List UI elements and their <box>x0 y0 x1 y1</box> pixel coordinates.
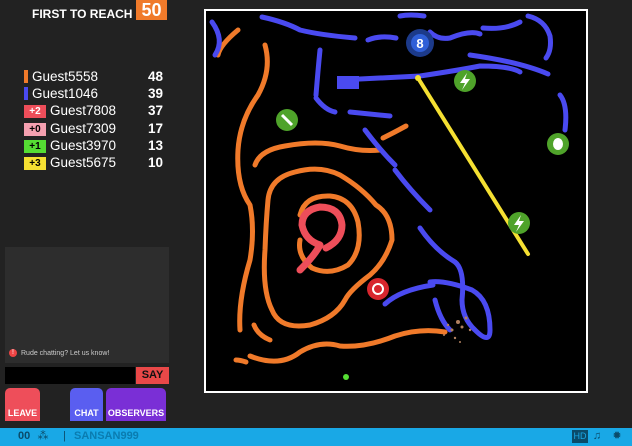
player-name: Guest7309 <box>50 120 117 136</box>
player-color-swatch <box>24 87 28 101</box>
game-arena[interactable]: 8 <box>204 9 588 393</box>
round-points-badge: +0 <box>24 122 46 136</box>
player-score: 17 <box>147 120 163 136</box>
status-score: 00 <box>18 430 31 442</box>
red-trail <box>296 203 346 274</box>
lightning-powerup-icon <box>508 212 530 234</box>
chat-notice[interactable]: ! Rude chatting? Let us know! <box>9 349 109 357</box>
player-name: Guest5675 <box>50 154 117 170</box>
observers-button[interactable]: OBSERVERS <box>106 388 166 421</box>
score-row: +1 Guest3970 13 <box>24 138 169 155</box>
score-row: Guest5558 48 <box>24 69 169 86</box>
yellow-player-head <box>415 75 421 81</box>
status-bar: 00 ⁂ | SANSAN999 HD ♫ ✹ <box>0 428 632 446</box>
network-icon: ⁂ <box>37 430 49 442</box>
chat-label: CHAT <box>74 408 99 418</box>
player-color-swatch <box>24 70 28 83</box>
player-score: 13 <box>147 137 163 153</box>
status-separator: | <box>63 430 66 442</box>
blue-powerup-icon: 8 <box>406 29 434 57</box>
music-icon[interactable]: ♫ <box>590 430 604 443</box>
round-points-badge: +2 <box>24 105 46 119</box>
bug-icon[interactable]: ✹ <box>610 430 624 443</box>
green-player-head <box>343 374 349 380</box>
player-name: Guest5558 <box>32 69 99 84</box>
alert-icon: ! <box>9 349 17 357</box>
scoreboard: Guest5558 48 Guest1046 39 +2 Guest7808 3… <box>24 69 169 172</box>
lightning-powerup-icon <box>454 70 476 92</box>
player-score: 39 <box>147 86 163 102</box>
exit-icon <box>15 392 30 406</box>
round-points-badge: +3 <box>24 156 46 170</box>
score-row: Guest1046 39 <box>24 86 169 103</box>
hd-toggle-icon[interactable]: HD <box>572 430 588 443</box>
observers-label: OBSERVERS <box>107 408 165 418</box>
player-name: Guest1046 <box>32 86 99 102</box>
chat-button[interactable]: CHAT <box>70 388 103 421</box>
player-score: 37 <box>147 103 163 119</box>
svg-text:8: 8 <box>416 36 423 51</box>
chat-input[interactable] <box>5 367 135 384</box>
arena-canvas: 8 <box>209 12 569 380</box>
goal-value: 50 <box>136 0 167 20</box>
player-name: Guest3970 <box>50 137 117 153</box>
leave-label: LEAVE <box>7 408 38 418</box>
score-row: +3 Guest5675 10 <box>24 155 169 172</box>
status-username: SANSAN999 <box>74 430 139 442</box>
score-row: +2 Guest7808 37 <box>24 103 169 120</box>
player-score: 48 <box>147 69 163 84</box>
player-name: Guest7808 <box>50 103 117 119</box>
orange-trail <box>215 27 448 365</box>
turtle-powerup-icon <box>547 133 569 155</box>
goal-label: FIRST TO REACH <box>32 7 133 21</box>
say-button[interactable]: SAY <box>136 367 169 384</box>
score-row: +0 Guest7309 17 <box>24 121 169 138</box>
leave-button[interactable]: LEAVE <box>5 388 40 421</box>
eraser-powerup-icon <box>276 109 298 131</box>
reverse-powerup-icon <box>367 278 389 300</box>
chat-log[interactable] <box>5 247 169 363</box>
blue-wall <box>337 76 359 89</box>
chat-notice-text: Rude chatting? Let us know! <box>21 349 110 357</box>
player-score: 10 <box>147 154 163 170</box>
round-points-badge: +1 <box>24 139 46 153</box>
